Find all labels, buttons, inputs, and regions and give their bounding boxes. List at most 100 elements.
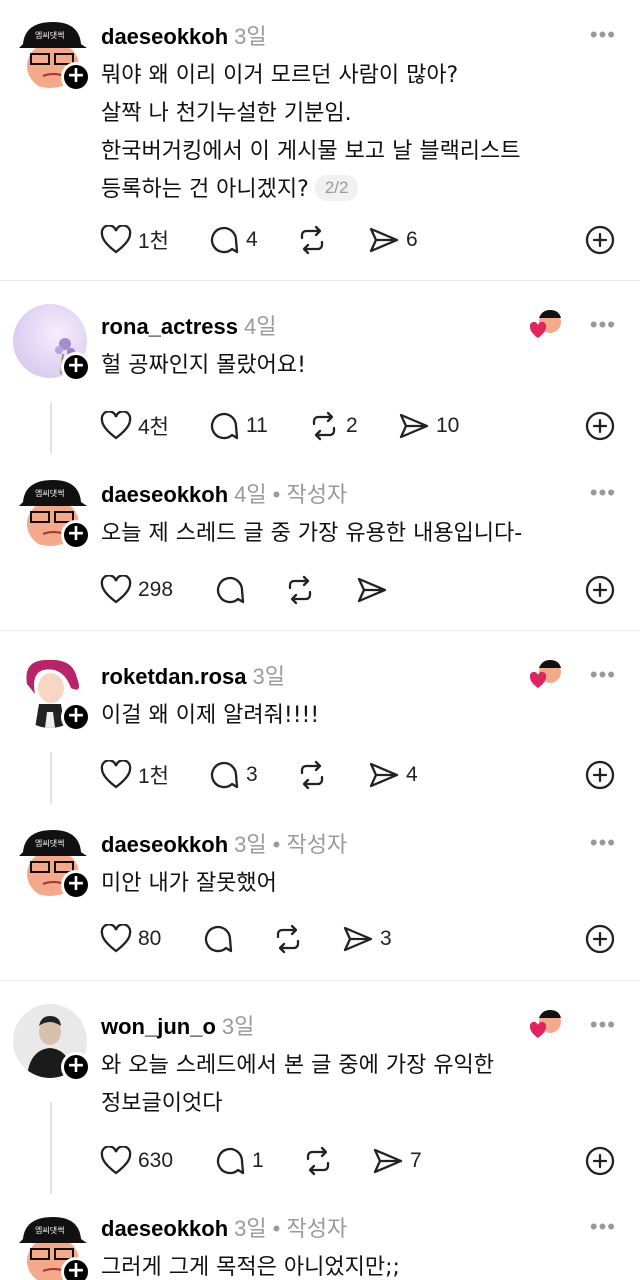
repost-button[interactable]	[296, 223, 328, 257]
post-body: 와 오늘 스레드에서 본 글 중에 가장 유익한 정보글이엇다	[101, 1047, 611, 1123]
add-circle-icon	[585, 575, 615, 605]
reply-button[interactable]: 4	[208, 223, 258, 257]
post-body: 뭐야 왜 이리 이거 모르던 사람이 많아? 살짝 나 천기누설한 기분임. 한…	[101, 57, 611, 209]
post-body: 미안 내가 잘못했어	[101, 865, 611, 903]
like-count: 1천	[138, 765, 169, 788]
quote-add-button[interactable]	[584, 1145, 616, 1181]
share-button[interactable]: 7	[372, 1144, 422, 1178]
repost-icon	[300, 760, 324, 790]
heart-icon	[100, 225, 132, 254]
username[interactable]: won_jun_o	[101, 1014, 216, 1039]
more-options-button[interactable]: •••	[590, 480, 616, 506]
repost-button[interactable]	[272, 922, 304, 956]
thread-connector-line	[50, 1102, 52, 1194]
quote-add-button[interactable]	[584, 224, 616, 260]
more-options-button[interactable]: •••	[590, 830, 616, 856]
send-icon	[399, 413, 429, 439]
quote-add-button[interactable]	[584, 410, 616, 446]
add-circle-icon	[585, 760, 615, 790]
repost-button[interactable]	[302, 1144, 334, 1178]
svg-text:엠씨댓썩: 엠씨댓썩	[35, 1225, 64, 1235]
add-circle-icon	[585, 924, 615, 954]
post-body: 그러게 그게 목적은 아니었지만;;	[101, 1249, 611, 1280]
comment-icon	[210, 226, 239, 254]
username[interactable]: daeseokkoh	[101, 832, 228, 857]
send-icon	[369, 227, 399, 253]
username[interactable]: daeseokkoh	[101, 1216, 228, 1241]
repost-icon	[312, 411, 336, 441]
share-button[interactable]: 4	[368, 758, 418, 792]
share-button[interactable]: 6	[368, 223, 418, 257]
more-options-button[interactable]: •••	[590, 1012, 616, 1038]
reply-button[interactable]	[214, 573, 246, 607]
like-count: 1천	[138, 230, 169, 253]
author-tag: • 작성자	[272, 832, 348, 857]
send-icon	[373, 1148, 403, 1174]
reply-button[interactable]: 3	[208, 758, 258, 792]
username[interactable]: roketdan.rosa	[101, 664, 247, 689]
svg-text:엠씨댓썩: 엠씨댓썩	[35, 30, 64, 40]
like-button[interactable]: 80	[100, 922, 161, 956]
follow-plus-button[interactable]: +	[61, 520, 91, 550]
thread-counter-badge: 2/2	[314, 175, 359, 201]
like-button[interactable]: 630	[100, 1144, 173, 1178]
action-bar: 298	[100, 573, 620, 607]
more-options-button[interactable]: •••	[590, 22, 616, 48]
share-button[interactable]: 10	[398, 409, 459, 443]
post-time: 3일	[234, 24, 267, 49]
more-options-button[interactable]: •••	[590, 1214, 616, 1240]
follow-plus-button[interactable]: +	[61, 870, 91, 900]
reply-count: 11	[246, 414, 268, 437]
follow-plus-button[interactable]: +	[61, 1257, 91, 1280]
post-line: 정보글이엇다	[101, 1091, 223, 1116]
svg-text:엠씨댓썩: 엠씨댓썩	[35, 488, 64, 498]
repost-icon	[276, 924, 300, 954]
follow-plus-button[interactable]: +	[61, 702, 91, 732]
author-avatar-with-heart-icon	[529, 660, 561, 688]
username[interactable]: daeseokkoh	[101, 482, 228, 507]
post-line: 와 오늘 스레드에서 본 글 중에 가장 유익한	[101, 1053, 495, 1078]
repost-button[interactable]	[296, 758, 328, 792]
divider	[0, 280, 640, 281]
comment-icon	[210, 761, 239, 789]
post-line: 살짝 나 천기누설한 기분임.	[101, 101, 352, 126]
share-button[interactable]: 3	[342, 922, 392, 956]
follow-plus-button[interactable]: +	[61, 62, 91, 92]
quote-add-button[interactable]	[584, 759, 616, 795]
svg-text:엠씨댓썩: 엠씨댓썩	[35, 838, 64, 848]
action-bar: 4천 11 2 10	[100, 409, 620, 443]
quote-add-button[interactable]	[584, 574, 616, 610]
author-liked-indicator	[529, 308, 561, 338]
username[interactable]: daeseokkoh	[101, 24, 228, 49]
like-button[interactable]: 298	[100, 573, 173, 607]
share-button[interactable]	[356, 573, 388, 607]
repost-icon	[306, 1146, 330, 1176]
like-button[interactable]: 1천	[100, 758, 169, 792]
username[interactable]: rona_actress	[101, 314, 238, 339]
quote-add-button[interactable]	[584, 923, 616, 959]
like-button[interactable]: 4천	[100, 409, 169, 443]
more-options-button[interactable]: •••	[590, 312, 616, 338]
reply-button[interactable]: 1	[214, 1144, 264, 1178]
reply-button[interactable]: 11	[208, 409, 268, 443]
post-time: 3일	[234, 1216, 267, 1241]
more-options-button[interactable]: •••	[590, 662, 616, 688]
post-line: 한국버거킹에서 이 게시물 보고 날 블랙리스트	[101, 139, 521, 164]
send-icon	[369, 762, 399, 788]
repost-button[interactable]	[284, 573, 316, 607]
post-line: 오늘 제 스레드 글 중 가장 유용한 내용입니다-	[101, 521, 523, 546]
author-avatar-with-heart-icon	[529, 310, 561, 338]
comment-icon	[216, 1147, 245, 1175]
follow-plus-button[interactable]: +	[61, 1052, 91, 1082]
heart-icon	[100, 1146, 132, 1175]
repost-button[interactable]: 2	[308, 409, 358, 443]
author-liked-indicator	[529, 1008, 561, 1038]
reply-button[interactable]	[202, 922, 234, 956]
follow-plus-button[interactable]: +	[61, 352, 91, 382]
share-count: 3	[380, 927, 392, 950]
like-button[interactable]: 1천	[100, 223, 169, 257]
like-count: 630	[138, 1149, 174, 1172]
comment-icon	[210, 412, 239, 440]
post-time: 3일	[221, 1014, 255, 1039]
share-count: 10	[436, 414, 460, 437]
